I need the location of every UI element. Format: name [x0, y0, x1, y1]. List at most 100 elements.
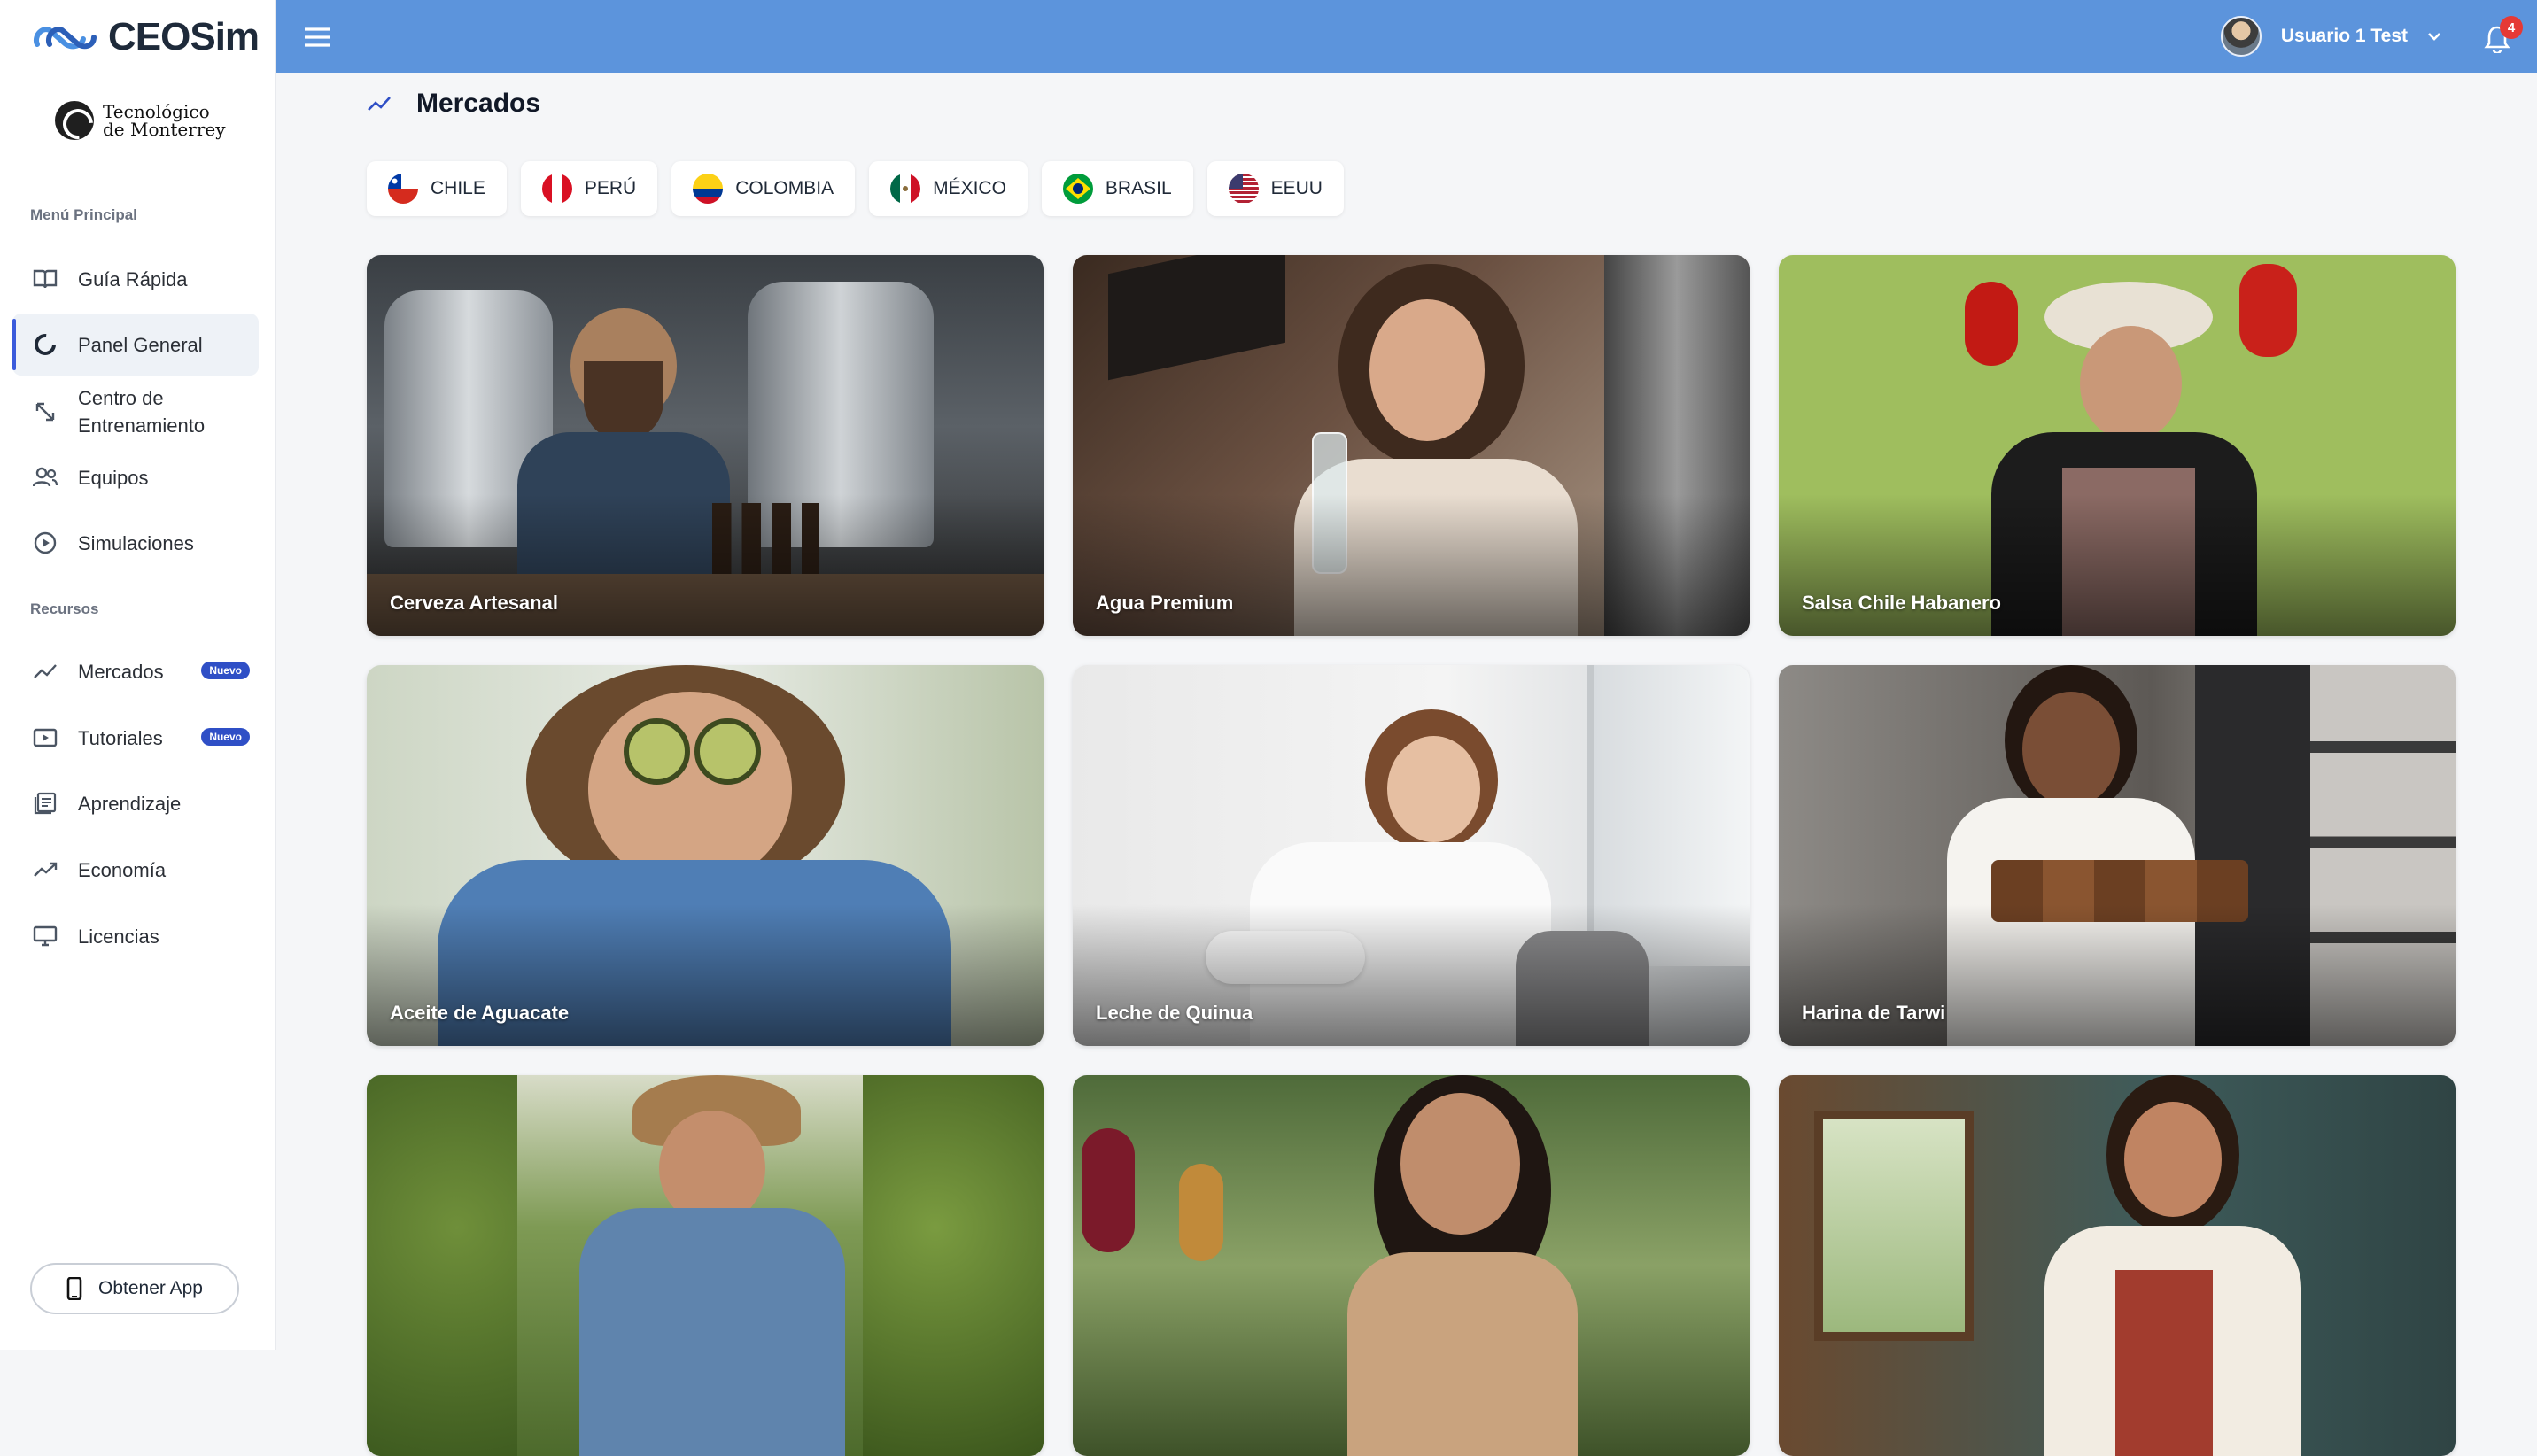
- country-brasil-button[interactable]: BRASIL: [1041, 161, 1193, 216]
- sidebar-item-licencias[interactable]: Licencias: [12, 905, 259, 967]
- sidebar-item-guia-rapida[interactable]: Guía Rápida: [12, 248, 259, 310]
- sidebar-item-tutoriales[interactable]: Tutoriales Nuevo: [12, 707, 259, 769]
- product-card-aguacate[interactable]: Aceite de Aguacate: [367, 665, 1044, 1046]
- country-label: MÉXICO: [933, 178, 1006, 198]
- sidebar-item-panel-general[interactable]: Panel General: [12, 314, 259, 376]
- partner-logo: Tecnológico de Monterrey: [55, 101, 226, 140]
- page-header: Mercados: [367, 89, 540, 119]
- sidebar-item-centro-entrenamiento[interactable]: Centro de Entrenamiento: [12, 381, 259, 443]
- card-overlay: [367, 904, 1044, 1046]
- play-circle-icon: [32, 530, 58, 556]
- ceosim-logo-icon: [34, 27, 97, 50]
- product-title: Aceite de Aguacate: [390, 1002, 570, 1024]
- get-app-label: Obtener App: [98, 1278, 203, 1298]
- trending-up-icon: [32, 856, 58, 883]
- sidebar-item-label: Tutoriales: [78, 726, 163, 749]
- notification-count-badge: 4: [2500, 16, 2523, 39]
- user-menu[interactable]: Usuario 1 Test: [2220, 16, 2441, 57]
- brand-name: CEOSim: [108, 15, 260, 58]
- peru-flag-icon: [541, 174, 572, 204]
- sidebar-item-label: Simulaciones: [78, 531, 194, 554]
- product-image: [1779, 1075, 2456, 1456]
- brasil-flag-icon: [1062, 174, 1093, 204]
- trend-icon: [368, 97, 391, 111]
- topbar: Usuario 1 Test 4: [276, 0, 2537, 73]
- country-colombia-button[interactable]: COLOMBIA: [671, 161, 856, 216]
- notebook-icon: [32, 790, 58, 817]
- sidebar-item-label-line2: Entrenamiento: [78, 414, 206, 437]
- sidebar-item-label: Guía Rápida: [78, 267, 188, 290]
- product-image: [367, 1075, 1044, 1456]
- card-overlay: [367, 494, 1044, 636]
- phone-icon: [66, 1277, 82, 1300]
- partner-name-line2: de Monterrey: [103, 119, 226, 140]
- trend-icon: [32, 658, 58, 685]
- country-filter-bar: CHILE PERÚ COLOMBIA MÉXICO BRASIL EEUU: [367, 161, 1344, 216]
- sidebar-item-label: Mercados: [78, 660, 164, 683]
- notifications-button[interactable]: 4: [2479, 16, 2523, 60]
- card-overlay: [1073, 494, 1750, 636]
- country-label: BRASIL: [1105, 178, 1172, 198]
- sidebar: CEOSim Tecnológico de Monterrey Menú Pri…: [0, 0, 276, 1350]
- product-card-quinua[interactable]: Leche de Quinua: [1073, 665, 1750, 1046]
- product-title: Harina de Tarwi: [1802, 1002, 1946, 1024]
- usa-flag-icon: [1228, 174, 1259, 204]
- product-card-salsa[interactable]: Salsa Chile Habanero: [1779, 255, 2456, 636]
- product-card-tarwi[interactable]: Harina de Tarwi: [1779, 665, 2456, 1046]
- user-name: Usuario 1 Test: [2280, 26, 2408, 46]
- sidebar-item-label: Equipos: [78, 466, 149, 489]
- sidebar-item-label: Aprendizaje: [78, 792, 182, 815]
- avatar: [2220, 16, 2262, 57]
- product-title: Leche de Quinua: [1096, 1002, 1253, 1024]
- product-card-agua[interactable]: Agua Premium: [1073, 255, 1750, 636]
- country-chile-button[interactable]: CHILE: [367, 161, 507, 216]
- sidebar-item-mercados[interactable]: Mercados Nuevo: [12, 640, 259, 702]
- main-menu-heading: Menú Principal: [30, 206, 137, 223]
- country-label: CHILE: [431, 178, 485, 198]
- card-overlay: [1779, 494, 2456, 636]
- country-eeuu-button[interactable]: EEUU: [1206, 161, 1344, 216]
- sidebar-item-label: Panel General: [78, 333, 203, 356]
- monitor-icon: [32, 923, 58, 949]
- product-card-cerveza[interactable]: Cerveza Artesanal: [367, 255, 1044, 636]
- country-peru-button[interactable]: PERÚ: [520, 161, 658, 216]
- product-title: Salsa Chile Habanero: [1802, 592, 2001, 614]
- chevron-down-icon: [2428, 33, 2440, 41]
- country-label: EEUU: [1270, 178, 1323, 198]
- country-mexico-button[interactable]: MÉXICO: [869, 161, 1028, 216]
- new-badge: Nuevo: [201, 728, 250, 746]
- dashboard-ring-icon: [32, 331, 58, 358]
- country-label: PERÚ: [584, 178, 637, 198]
- chile-flag-icon: [388, 174, 418, 204]
- brand-logo[interactable]: CEOSim: [32, 15, 260, 58]
- mexico-flag-icon: [890, 174, 921, 204]
- card-overlay: [1779, 904, 2456, 1046]
- get-app-button[interactable]: Obtener App: [30, 1263, 239, 1314]
- new-badge: Nuevo: [201, 662, 250, 679]
- video-icon: [32, 724, 58, 751]
- product-grid: Cerveza Artesanal Agua Premium Salsa Chi…: [367, 255, 2456, 1456]
- sidebar-item-simulaciones[interactable]: Simulaciones: [12, 512, 259, 574]
- sidebar-item-label-line1: Centro de: [78, 387, 164, 409]
- product-title: Cerveza Artesanal: [390, 592, 558, 614]
- sidebar-item-equipos[interactable]: Equipos: [12, 446, 259, 508]
- product-card-8[interactable]: [1073, 1075, 1750, 1456]
- card-overlay: [1073, 904, 1750, 1046]
- sidebar-item-label: Centro de Entrenamiento: [78, 384, 205, 439]
- product-card-7[interactable]: [367, 1075, 1044, 1456]
- partner-name: Tecnológico de Monterrey: [103, 103, 226, 138]
- sidebar-item-label: Economía: [78, 858, 167, 881]
- product-image: [1073, 1075, 1750, 1456]
- page-title: Mercados: [416, 89, 541, 118]
- book-icon: [32, 266, 58, 292]
- product-card-9[interactable]: [1779, 1075, 2456, 1456]
- sidebar-item-aprendizaje[interactable]: Aprendizaje: [12, 772, 259, 834]
- country-label: COLOMBIA: [735, 178, 834, 198]
- expand-arrows-icon: [32, 399, 58, 425]
- hamburger-menu-icon[interactable]: [301, 21, 333, 53]
- sidebar-item-economia[interactable]: Economía: [12, 839, 259, 901]
- colombia-flag-icon: [693, 174, 724, 204]
- sidebar-item-label: Licencias: [78, 925, 159, 948]
- product-title: Agua Premium: [1096, 592, 1234, 614]
- team-icon: [32, 464, 58, 491]
